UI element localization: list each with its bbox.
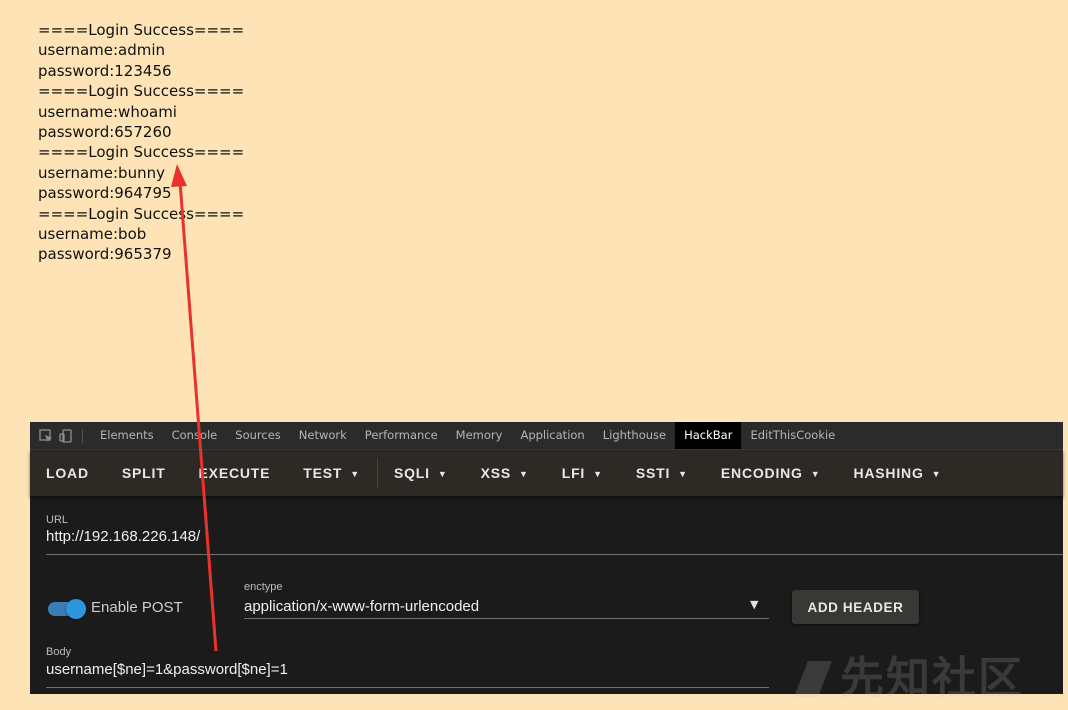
tab-lighthouse[interactable]: Lighthouse — [594, 422, 675, 449]
devtools-panel: Elements Console Sources Network Perform… — [30, 422, 1063, 704]
watermark-icon — [792, 657, 834, 699]
lfi-label: LFI — [561, 465, 586, 481]
device-toolbar-icon[interactable] — [56, 426, 76, 446]
tab-hackbar[interactable]: HackBar — [675, 422, 742, 449]
split-button[interactable]: SPLIT — [122, 465, 166, 481]
xss-label: XSS — [480, 465, 511, 481]
tab-elements[interactable]: Elements — [91, 422, 163, 449]
output-line: username:whoami — [38, 102, 177, 121]
enctype-underline — [244, 618, 769, 619]
lfi-menu-button[interactable]: LFI ▼ — [562, 465, 603, 481]
ssti-label: SSTI — [635, 465, 671, 481]
sqli-menu-button[interactable]: SQLI ▼ — [394, 465, 448, 481]
execute-button[interactable]: EXECUTE — [199, 465, 271, 481]
caret-down-icon: ▼ — [931, 469, 942, 479]
output-line: password:964795 — [38, 184, 172, 203]
body-input[interactable]: username[$ne]=1&password[$ne]=1 — [46, 661, 288, 678]
body-underline — [46, 687, 769, 688]
test-menu-button[interactable]: TEST ▼ — [303, 465, 360, 481]
output-line: ====Login Success==== — [38, 21, 245, 39]
tab-network[interactable]: Network — [290, 422, 356, 449]
watermark-text: 先知社区 — [840, 653, 1024, 704]
load-button[interactable]: LOAD — [46, 465, 89, 481]
dropdown-arrow-icon[interactable]: ▼ — [750, 598, 758, 611]
hackbar-toolbar: LOAD SPLIT EXECUTE TEST ▼ SQLI ▼ XSS ▼ LFI ▼… — [30, 450, 1063, 496]
body-label: Body — [46, 646, 72, 658]
inspect-element-icon[interactable] — [36, 426, 56, 446]
url-underline — [46, 554, 1063, 555]
encoding-label: ENCODING — [720, 465, 803, 481]
tab-sources[interactable]: Sources — [226, 422, 290, 449]
caret-down-icon: ▼ — [593, 469, 603, 479]
url-label: URL — [46, 514, 69, 526]
url-input[interactable]: http://192.168.226.148/ — [46, 528, 200, 545]
sqli-label: SQLI — [393, 465, 430, 481]
caret-down-icon: ▼ — [678, 469, 688, 479]
caret-down-icon: ▼ — [350, 469, 360, 479]
caret-down-icon: ▼ — [437, 469, 448, 479]
ssti-menu-button[interactable]: SSTI ▼ — [636, 465, 688, 481]
caret-down-icon: ▼ — [810, 469, 821, 479]
tab-performance[interactable]: Performance — [356, 422, 447, 449]
watermark-logo: 先知社区 — [792, 642, 1024, 706]
hashing-label: HASHING — [853, 465, 924, 481]
tab-editthiscookie[interactable]: EditThisCookie — [741, 422, 844, 449]
tab-application[interactable]: Application — [511, 422, 593, 449]
devtools-tab-bar: Elements Console Sources Network Perform… — [30, 422, 1063, 450]
encoding-menu-button[interactable]: ENCODING ▼ — [721, 465, 821, 481]
add-header-button[interactable]: ADD HEADER — [792, 590, 919, 624]
enctype-select[interactable]: application/x-www-form-urlencoded — [244, 598, 479, 615]
tab-console[interactable]: Console — [163, 422, 227, 449]
enable-post-label: Enable POST — [91, 599, 183, 616]
output-line: ====Login Success==== — [38, 204, 245, 223]
tab-separator — [82, 428, 83, 443]
output-line: password:123456 — [38, 61, 172, 80]
toolbar-divider — [376, 458, 378, 488]
output-line: password:965379 — [38, 245, 172, 264]
output-line: username:bunny — [38, 163, 165, 182]
test-label: TEST — [303, 465, 343, 481]
output-line: password:657260 — [38, 123, 172, 142]
page-output: ====Login Success==== username:admin pas… — [38, 20, 244, 265]
enctype-label: enctype — [244, 581, 283, 593]
output-line: username:bob — [38, 225, 147, 244]
caret-down-icon: ▼ — [519, 469, 529, 479]
output-line: username:admin — [38, 41, 166, 60]
output-line: ====Login Success==== — [38, 143, 245, 162]
output-line: ====Login Success==== — [38, 82, 245, 101]
xss-menu-button[interactable]: XSS ▼ — [481, 465, 529, 481]
hashing-menu-button[interactable]: HASHING ▼ — [853, 465, 941, 481]
tab-memory[interactable]: Memory — [447, 422, 512, 449]
enable-post-toggle-knob[interactable] — [66, 599, 86, 619]
